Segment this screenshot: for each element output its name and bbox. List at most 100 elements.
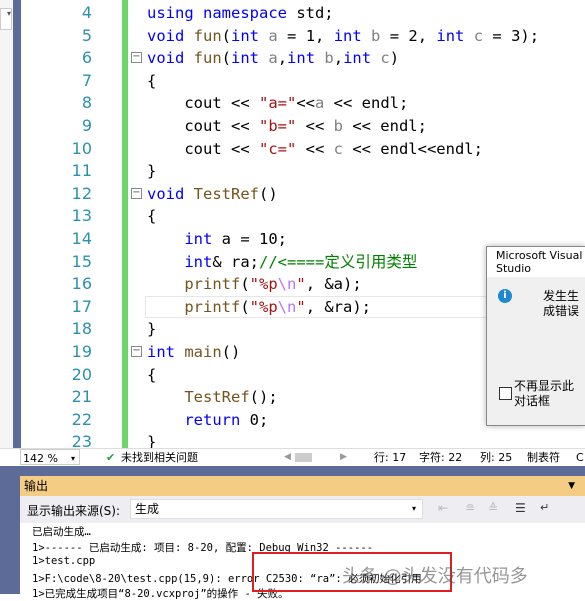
- code-token: a: [268, 26, 278, 45]
- dont-show-checkbox[interactable]: [499, 387, 512, 400]
- code-token: ": [296, 275, 306, 294]
- code-token: c: [380, 49, 390, 68]
- status-bar: 142 % ▾ ✔ 未找到相关问题 ◀ ▶ 行: 17 字符: 22 列: 25 …: [0, 448, 585, 466]
- code-token: return: [184, 410, 241, 429]
- code-text: printf("%p\n", &a);: [147, 273, 362, 295]
- code-token: printf: [184, 275, 241, 294]
- output-toolbar: 显示输出来源(S): 生成 ▾ ⇤ ≘ ≙ ☰ ↵: [20, 496, 585, 523]
- code-token: fun: [193, 49, 222, 68]
- collapse-icon[interactable]: −: [131, 52, 142, 64]
- code-token: int: [231, 49, 260, 68]
- code-line[interactable]: 5 void fun(int a = 1, int b = 2, int c = …: [0, 25, 585, 47]
- code-token: int: [184, 230, 213, 248]
- message-dialog: Microsoft Visual Studio i 发生生成错误 不再显示此对话…: [486, 246, 585, 426]
- code-token: ,: [333, 49, 344, 68]
- chevron-down-icon: ▾: [71, 454, 76, 463]
- issues-status[interactable]: 未找到相关问题: [121, 449, 198, 466]
- code-token: <<: [296, 139, 334, 158]
- code-token: , &a);: [305, 275, 362, 294]
- dont-show-label[interactable]: 不再显示此对话框: [514, 379, 582, 409]
- watermark: 头条 @头发没有代码多: [342, 566, 528, 587]
- check-icon: ✔: [106, 451, 116, 464]
- code-line[interactable]: 4 using namespace std;: [0, 2, 585, 24]
- code-line[interactable]: 8 cout << "a="<<a << endl;: [0, 92, 585, 114]
- goto-prev-icon[interactable]: ⇤: [438, 501, 448, 515]
- find-next-icon[interactable]: ≙: [488, 501, 498, 515]
- code-line[interactable]: 6− void fun(int a,int b,int c): [0, 47, 585, 69]
- code-token: = 2,: [380, 26, 437, 45]
- code-token: 0;: [240, 410, 269, 429]
- line-number: 20: [71, 364, 92, 384]
- code-token: << endl;: [324, 94, 409, 113]
- code-token: }: [147, 320, 157, 339]
- code-token: ,: [277, 49, 288, 68]
- code-token: int: [287, 49, 316, 68]
- line-number: 16: [71, 274, 92, 294]
- output-line: 已启动生成…: [32, 526, 91, 538]
- source-select[interactable]: 生成 ▾: [130, 499, 423, 519]
- code-text: cout << "b=" << b << endl;: [147, 115, 427, 137]
- code-token: ();: [249, 388, 278, 407]
- code-token: int: [343, 49, 372, 68]
- dropdown-icon[interactable]: ▼: [568, 476, 575, 496]
- code-token: << endl<<endl;: [342, 139, 483, 158]
- code-text: {: [147, 364, 156, 386]
- scroll-right-icon[interactable]: ▶: [340, 449, 347, 466]
- code-text: cout << "c=" << c << endl<<endl;: [147, 138, 483, 160]
- code-token: = 1,: [277, 26, 334, 45]
- scroll-left-icon[interactable]: ◀: [284, 449, 291, 466]
- line-number: 9: [81, 116, 92, 135]
- code-token: ): [389, 49, 400, 68]
- line-number: 21: [71, 387, 92, 407]
- line-number: 17: [71, 296, 92, 316]
- code-text: TestRef();: [147, 386, 278, 408]
- code-line[interactable]: 13 {: [0, 205, 585, 227]
- zoom-select[interactable]: 142 % ▾: [20, 449, 80, 465]
- line-number: 15: [71, 251, 92, 271]
- code-token: main: [184, 343, 222, 361]
- code-line[interactable]: 7{: [0, 70, 585, 92]
- code-token: c: [333, 139, 343, 158]
- clear-all-icon[interactable]: ☰: [515, 501, 526, 515]
- line-number: 22: [71, 409, 92, 429]
- zoom-value: 142 %: [23, 452, 58, 465]
- line-ending[interactable]: C: [576, 449, 584, 466]
- code-token: //<====定义引用类型: [259, 252, 418, 271]
- code-line[interactable]: 10 cout << "c=" << c << endl<<endl;: [0, 138, 585, 160]
- code-text: }: [147, 318, 156, 340]
- code-line[interactable]: 11}: [0, 160, 585, 182]
- find-prev-icon[interactable]: ≘: [465, 501, 475, 515]
- collapse-icon[interactable]: −: [131, 346, 142, 357]
- code-token: "a=": [258, 94, 297, 113]
- horizontal-scrollbar[interactable]: [295, 453, 312, 462]
- code-token: <<: [296, 94, 315, 113]
- code-token: int: [184, 252, 213, 271]
- code-token: {: [147, 71, 157, 90]
- code-token: , &ra);: [305, 297, 372, 316]
- dialog-message: 发生生成错误: [543, 289, 580, 318]
- code-token: "%p: [249, 297, 278, 316]
- tab-mode[interactable]: 制表符: [527, 449, 560, 466]
- code-token: }: [147, 162, 157, 181]
- code-token: (: [221, 49, 232, 68]
- line-number: 5: [81, 25, 92, 45]
- code-line[interactable]: 9 cout << "b=" << b << endl;: [0, 115, 585, 137]
- code-token: "b=": [258, 117, 297, 135]
- code-token: cout <<: [147, 94, 259, 113]
- word-wrap-icon[interactable]: ↵: [540, 501, 549, 514]
- code-token: (): [259, 184, 278, 203]
- code-line[interactable]: 12 − void TestRef(): [0, 183, 585, 205]
- line-number: 8: [81, 93, 92, 113]
- collapse-icon[interactable]: −: [131, 187, 142, 199]
- code-token: a: [268, 49, 278, 68]
- code-token: "c=": [258, 139, 297, 158]
- output-line: 1>test.cpp: [32, 555, 96, 567]
